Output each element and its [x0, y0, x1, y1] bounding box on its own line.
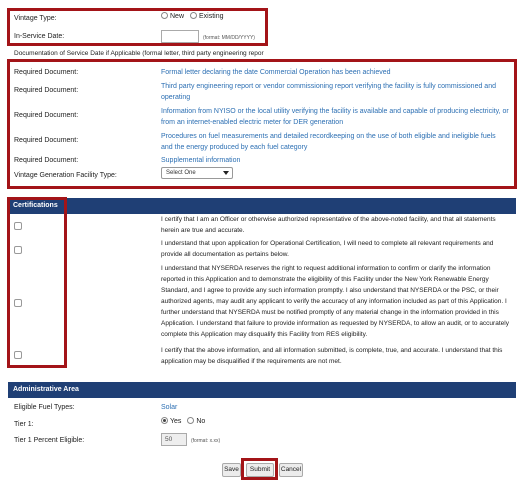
required-document-label: Required Document: — [14, 112, 79, 119]
certification-checkbox-requirements[interactable] — [14, 246, 22, 254]
vintage-new-option[interactable]: New — [161, 12, 185, 21]
doc-link-nyiso-utility[interactable]: Information from NYISO or the local util… — [161, 106, 511, 128]
tier1-percent-input[interactable]: 50 — [161, 433, 187, 446]
required-document-label: Required Document: — [14, 87, 79, 94]
documentation-heading: Documentation of Service Date if Applica… — [14, 50, 264, 57]
tier1-yes-label: Yes — [170, 418, 182, 426]
facility-type-label: Vintage Generation Facility Type: — [14, 172, 117, 179]
tier1-percent-label: Tier 1 Percent Eligible: — [14, 437, 85, 444]
tier1-radios: Yes No — [161, 417, 206, 426]
radio-icon[interactable] — [187, 417, 195, 424]
vintage-existing-label: Existing — [198, 13, 224, 21]
tier1-no-label: No — [196, 418, 206, 426]
radio-icon[interactable] — [161, 12, 168, 19]
tier1-label: Tier 1: — [14, 421, 34, 428]
vintage-new-label: New — [170, 13, 185, 21]
vintage-existing-option[interactable]: Existing — [189, 12, 224, 21]
certification-text-nyserda: I understand that NYSERDA reserves the r… — [161, 265, 509, 338]
doc-link-fuel-procedures[interactable]: Procedures on fuel measurements and deta… — [161, 131, 506, 153]
application-form: Vintage Type: New Existing In-Service Da… — [0, 0, 527, 480]
save-button[interactable]: Save — [222, 463, 241, 477]
required-document-label: Required Document: — [14, 157, 79, 164]
radio-selected-icon[interactable] — [161, 417, 168, 424]
doc-link-supplemental[interactable]: Supplemental information — [161, 155, 240, 166]
tier1-no-option[interactable]: No — [187, 417, 206, 426]
in-service-date-label: In-Service Date: — [14, 33, 65, 40]
chevron-down-icon — [223, 171, 229, 175]
certification-text-accuracy: I certify that the above information, an… — [161, 347, 503, 365]
tier1-yes-option[interactable]: Yes — [161, 417, 182, 426]
doc-link-engineering-report[interactable]: Third party engineering report or vendor… — [161, 81, 501, 103]
in-service-date-input[interactable] — [161, 30, 199, 43]
certification-checkbox-officer[interactable] — [14, 222, 22, 230]
percent-format-hint: (format: x.xx) — [191, 438, 221, 444]
certification-checkbox-accuracy[interactable] — [14, 351, 22, 359]
radio-icon[interactable] — [189, 12, 197, 19]
doc-link-commercial-operation[interactable]: Formal letter declaring the date Commerc… — [161, 67, 511, 78]
facility-type-value: Select One — [166, 170, 196, 176]
certification-checkbox-nyserda[interactable] — [14, 299, 22, 307]
certifications-header: Certifications — [8, 198, 516, 214]
facility-type-select[interactable]: Select One — [161, 167, 233, 179]
administrative-area-header: Administrative Area — [8, 382, 516, 398]
date-format-hint: (format: MM/DD/YYYY) — [203, 35, 255, 41]
vintage-type-label: Vintage Type: — [14, 15, 57, 22]
required-document-label: Required Document: — [14, 69, 79, 76]
cancel-button[interactable]: Cancel — [279, 463, 303, 477]
eligible-fuel-value: Solar — [161, 404, 178, 411]
eligible-fuel-label: Eligible Fuel Types: — [14, 404, 75, 411]
certification-text-officer: I certify that I am an Officer or otherw… — [161, 216, 496, 234]
vintage-type-radios: New Existing — [161, 12, 224, 21]
required-document-label: Required Document: — [14, 137, 79, 144]
submit-button[interactable]: Submit — [246, 463, 274, 477]
certification-text-requirements: I understand that upon application for O… — [161, 240, 494, 258]
